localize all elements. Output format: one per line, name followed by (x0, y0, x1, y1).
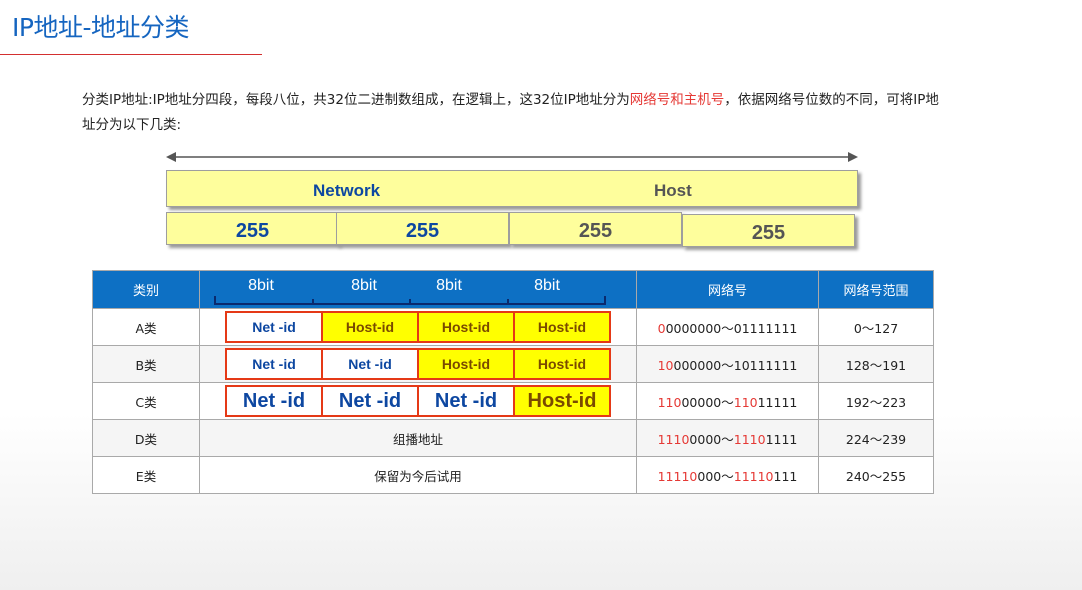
header-bits: 8bit 8bit 8bit 8bit (199, 270, 637, 309)
net-id-cell: Net -id (225, 385, 323, 417)
host-id-cell: Host-id (417, 348, 515, 380)
net-id-cell: Net -id (417, 385, 515, 417)
host-id-cell: Host-id (513, 385, 611, 417)
table-row: E类 保留为今后试用 11110000～11110111 240～255 (92, 456, 934, 494)
table-header-row: 类别 8bit 8bit 8bit 8bit 网络号 网络号范围 (92, 270, 934, 309)
host-label: Host (654, 181, 692, 200)
bit-label-4: 8bit (534, 277, 560, 294)
network-host-bar: Network Host (166, 170, 858, 207)
class-cell: E类 (92, 456, 200, 494)
intro-highlight: 网络号和主机号 (629, 92, 725, 108)
host-id-cell: Host-id (321, 311, 419, 343)
network-binary-cell: 11100000～11101111 (636, 419, 819, 457)
table-row: A类 Net -id Host-id Host-id Host-id 00000… (92, 308, 934, 346)
class-cell: C类 (92, 382, 200, 420)
bit-label-3: 8bit (436, 277, 462, 294)
net-id-cell: Net -id (225, 311, 323, 343)
net-id-cell: Net -id (321, 348, 419, 380)
bit-brace-icon (214, 296, 606, 305)
table-row: B类 Net -id Net -id Host-id Host-id 10000… (92, 345, 934, 383)
octet-2: 255 (336, 212, 509, 245)
class-cell: B类 (92, 345, 200, 383)
range-cell: 0～127 (818, 308, 934, 346)
table-row: C类 Net -id Net -id Net -id Host-id 11000… (92, 382, 934, 420)
bit-label-2: 8bit (351, 277, 377, 294)
host-id-cell: Host-id (417, 311, 515, 343)
page-title: IP地址-地址分类 (12, 13, 189, 42)
class-cell: A类 (92, 308, 200, 346)
header-network: 网络号 (636, 270, 819, 309)
octet-3: 255 (509, 212, 682, 245)
header-range: 网络号范围 (818, 270, 934, 309)
octet-4: 255 (682, 214, 855, 247)
bit-cells: Net -id Net -id Net -id Host-id (200, 385, 636, 417)
network-binary-cell: 11110000～11110111 (636, 456, 819, 494)
bit-cells: Net -id Host-id Host-id Host-id (200, 311, 636, 343)
class-cell: D类 (92, 419, 200, 457)
range-cell: 224～239 (818, 419, 934, 457)
span-cell: 保留为今后试用 (199, 456, 637, 494)
intro-paragraph: 分类IP地址:IP地址分四段，每段八位，共32位二进制数组成，在逻辑上，这32位… (82, 88, 942, 138)
header-class: 类别 (92, 270, 200, 309)
net-id-cell: Net -id (225, 348, 323, 380)
network-label: Network (313, 181, 381, 200)
network-binary-cell: 10000000～10111111 (636, 345, 819, 383)
range-cell: 192～223 (818, 382, 934, 420)
title-underline (0, 54, 262, 55)
bit-label-1: 8bit (248, 277, 274, 294)
host-id-cell: Host-id (513, 311, 611, 343)
host-id-cell: Host-id (513, 348, 611, 380)
range-cell: 128～191 (818, 345, 934, 383)
range-cell: 240～255 (818, 456, 934, 494)
table-row: D类 组播地址 11100000～11101111 224～239 (92, 419, 934, 457)
net-id-cell: Net -id (321, 385, 419, 417)
network-binary-cell: 00000000～01111111 (636, 308, 819, 346)
span-cell: 组播地址 (199, 419, 637, 457)
intro-text-1: 分类IP地址:IP地址分四段，每段八位，共32位二进制数组成，在逻辑上，这32位… (82, 92, 630, 108)
double-arrow-icon (166, 152, 858, 162)
ip-class-table: 类别 8bit 8bit 8bit 8bit 网络号 网络号范围 A类 Net … (92, 270, 934, 494)
network-binary-cell: 11000000～11011111 (636, 382, 819, 420)
octet-1: 255 (166, 212, 339, 245)
bit-cells: Net -id Net -id Host-id Host-id (200, 348, 636, 380)
